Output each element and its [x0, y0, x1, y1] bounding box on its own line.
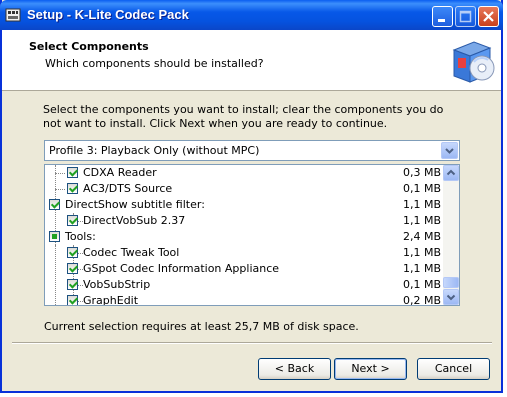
chevron-up-icon — [446, 169, 456, 176]
page-subtitle: Which components should be installed? — [45, 57, 264, 70]
checkbox[interactable] — [67, 295, 78, 305]
component-size: 1,1 MB — [402, 246, 441, 259]
cancel-button[interactable]: Cancel — [417, 358, 490, 380]
checkbox[interactable] — [67, 215, 78, 226]
component-label: VobSubStrip — [83, 278, 151, 291]
scroll-down-button[interactable] — [443, 289, 459, 305]
checkbox[interactable] — [67, 263, 78, 274]
minimize-button[interactable] — [432, 6, 453, 27]
component-label: DirectShow subtitle filter: — [65, 198, 205, 211]
disk-space-text: Current selection requires at least 25,7… — [44, 320, 359, 333]
component-size: 0,2 MB — [402, 294, 441, 306]
component-row-graphedit[interactable]: GraphEdit 0,2 MB — [45, 293, 441, 306]
component-label: AC3/DTS Source — [83, 182, 173, 195]
back-button[interactable]: < Back — [258, 358, 331, 380]
component-size: 0,3 MB — [402, 166, 441, 179]
checkbox[interactable] — [67, 247, 78, 258]
next-button[interactable]: Next > — [334, 358, 407, 380]
component-row-vobsubstrip[interactable]: VobSubStrip 0,1 MB — [45, 277, 441, 293]
component-row-gspot[interactable]: GSpot Codec Information Appliance 1,1 MB — [45, 261, 441, 277]
maximize-button[interactable] — [455, 6, 476, 27]
setup-window: Setup - K-Lite Codec Pack Select Compone… — [0, 0, 503, 393]
chevron-down-icon — [445, 148, 454, 154]
component-size: 2,4 MB — [402, 230, 441, 243]
component-label: Tools: — [65, 230, 96, 243]
window-title: Setup - K-Lite Codec Pack — [27, 7, 189, 22]
checkbox[interactable] — [67, 183, 78, 194]
close-icon — [483, 11, 494, 22]
checkbox[interactable] — [49, 199, 60, 210]
scroll-up-button[interactable] — [443, 165, 459, 181]
profile-selected-value: Profile 3: Playback Only (without MPC) — [49, 144, 260, 157]
component-size: 1,1 MB — [402, 214, 441, 227]
profile-dropdown-button[interactable] — [441, 142, 458, 159]
component-size: 1,1 MB — [402, 198, 441, 211]
close-button[interactable] — [478, 6, 499, 27]
component-row-directshow-subtitle-filter[interactable]: DirectShow subtitle filter: 1,1 MB — [45, 197, 441, 213]
component-row-ac3-dts-source[interactable]: AC3/DTS Source 0,1 MB — [45, 181, 441, 197]
component-row-cdxa-reader[interactable]: CDXA Reader 0,3 MB — [45, 165, 441, 181]
minimize-icon — [438, 19, 445, 22]
component-label: GSpot Codec Information Appliance — [83, 262, 280, 275]
checkbox[interactable] — [67, 279, 78, 290]
component-label: DirectVobSub 2.37 — [83, 214, 186, 227]
chevron-down-icon — [446, 294, 456, 301]
components-tree[interactable]: CDXA Reader 0,3 MB AC3/DTS Source 0,1 MB… — [44, 164, 460, 306]
klite-app-icon — [5, 8, 21, 22]
component-row-directvobsub[interactable]: DirectVobSub 2.37 1,1 MB — [45, 213, 441, 229]
profile-select[interactable]: Profile 3: Playback Only (without MPC) — [44, 140, 460, 161]
tree-scrollbar[interactable] — [443, 165, 459, 305]
component-label: GraphEdit — [83, 294, 139, 306]
installer-box-icon — [452, 41, 495, 83]
component-size: 0,1 MB — [402, 278, 441, 291]
footer-divider — [12, 342, 492, 344]
page-title: Select Components — [29, 40, 149, 53]
maximize-icon — [459, 10, 472, 23]
component-size: 1,1 MB — [402, 262, 441, 275]
component-label: CDXA Reader — [83, 166, 157, 179]
checkbox[interactable] — [67, 167, 78, 178]
component-row-tools[interactable]: Tools: 2,4 MB — [45, 229, 441, 245]
title-bar[interactable]: Setup - K-Lite Codec Pack — [0, 0, 503, 30]
instruction-text: Select the components you want to instal… — [43, 103, 444, 130]
checkbox[interactable] — [49, 231, 60, 242]
wizard-header: Select Components Which components shoul… — [2, 30, 501, 91]
component-size: 0,1 MB — [402, 182, 441, 195]
component-row-codec-tweak-tool[interactable]: Codec Tweak Tool 1,1 MB — [45, 245, 441, 261]
component-label: Codec Tweak Tool — [83, 246, 180, 259]
scroll-thumb[interactable] — [443, 277, 459, 288]
